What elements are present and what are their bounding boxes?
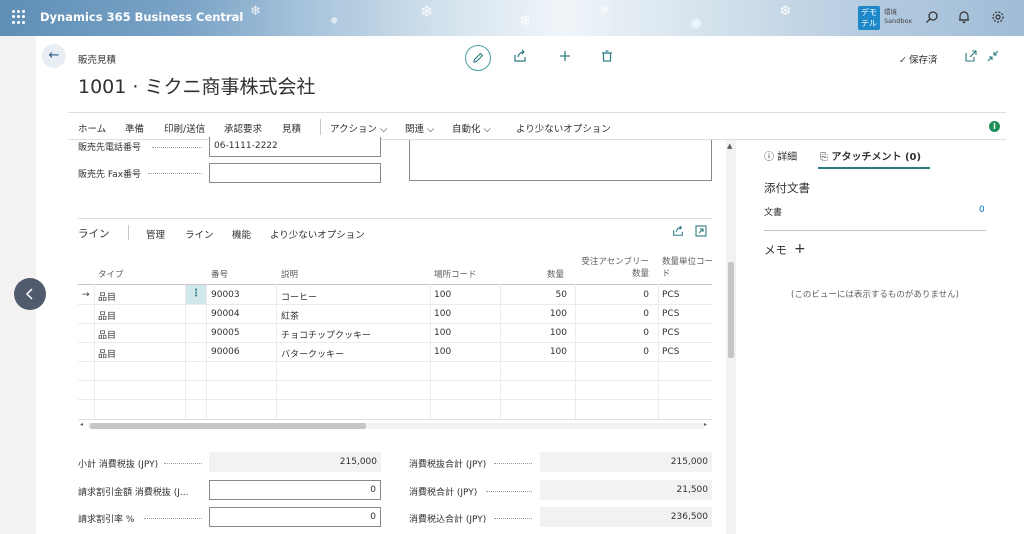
paperclip-icon: ⎘ xyxy=(820,152,828,163)
snowflake-decoration: ❄ xyxy=(420,2,434,21)
col-header-quantity[interactable]: 数量 xyxy=(547,268,564,280)
action-bar-separator xyxy=(320,119,321,135)
gear-icon[interactable] xyxy=(990,10,1006,26)
scroll-thumb[interactable] xyxy=(90,423,366,429)
total-tax-value: 21,500 xyxy=(540,480,712,500)
snowflake-decoration: ❆ xyxy=(780,4,791,19)
action-prepare[interactable]: 準備 xyxy=(125,121,144,135)
previous-page-button[interactable] xyxy=(14,278,46,310)
add-note-icon[interactable]: + xyxy=(794,241,806,257)
snowflake-decoration: ❄ xyxy=(600,3,610,16)
share-icon[interactable] xyxy=(511,49,529,67)
total-excl-tax-label: 消費税抜合計 (JPY) xyxy=(409,460,487,470)
saved-status: ✓ 保存済 xyxy=(899,52,937,66)
vertical-scrollbar[interactable]: ▲ xyxy=(726,140,736,534)
lines-title: ライン xyxy=(78,228,110,240)
snowflake-decoration: ❅ xyxy=(690,15,703,33)
col-header-no[interactable]: 番号 xyxy=(211,268,228,280)
empty-notes-text: (このビューには表示するものがありません) xyxy=(791,290,959,300)
lines-tab-functions[interactable]: 機能 xyxy=(232,227,251,241)
scroll-left-icon[interactable]: ◂ xyxy=(80,421,83,428)
environment-label: 環境 xyxy=(884,8,897,16)
lines-toolbar: ライン 管理 ライン 機能 より少ないオプション xyxy=(78,218,712,244)
share-icon[interactable] xyxy=(672,225,684,240)
factbox-pane: ⓘ 詳細 ⎘ アタッチメント (0) 添付文書 文書 0 メモ + (このビュー… xyxy=(752,140,992,534)
row-menu-button[interactable]: ⋮ xyxy=(186,285,206,304)
current-row-arrow-icon: → xyxy=(82,290,90,300)
collapse-icon[interactable] xyxy=(987,50,999,65)
active-tab-indicator xyxy=(818,167,930,169)
total-incl-tax-value: 236,500 xyxy=(540,507,712,527)
menu-related[interactable]: 関連 ⌵ xyxy=(405,121,434,135)
snowflake-decoration: ❄ xyxy=(250,4,261,19)
add-icon[interactable] xyxy=(556,49,574,67)
inv-discount-pct-input[interactable]: 0 xyxy=(209,507,381,527)
horizontal-scrollbar[interactable]: ◂ ▸ xyxy=(78,421,712,431)
bell-icon[interactable] xyxy=(956,10,972,26)
phone-label: 販売先電話番号 xyxy=(78,143,142,153)
documents-label: 文書 xyxy=(764,208,783,218)
col-header-assembly-qty[interactable]: 受注アセンブリー 数量 xyxy=(579,256,649,280)
col-header-type[interactable]: タイプ xyxy=(98,268,124,280)
page-title: 1001 · ミクニ商事株式会社 xyxy=(78,76,316,98)
app-name[interactable]: Dynamics 365 Business Central xyxy=(40,10,243,24)
edit-button[interactable] xyxy=(465,45,491,71)
attached-documents-heading: 添付文書 xyxy=(764,181,810,195)
check-icon: ✓ xyxy=(899,55,907,66)
factbox-tab-attachments[interactable]: ⎘ アタッチメント (0) xyxy=(820,148,921,163)
lines-fewer-options[interactable]: より少ないオプション xyxy=(270,227,365,241)
chevron-down-icon: ⌵ xyxy=(427,124,435,135)
factbox-tab-details[interactable]: ⓘ 詳細 xyxy=(764,148,797,163)
back-button[interactable]: ← xyxy=(42,44,66,68)
info-circle-icon: ⓘ xyxy=(764,152,774,163)
environment-badge[interactable]: デモ テル 環境 Sandbox xyxy=(858,6,913,30)
col-header-location[interactable]: 場所コード xyxy=(434,268,477,280)
inv-discount-amount-input[interactable]: 0 xyxy=(209,480,381,500)
notes-heading: メモ xyxy=(764,243,787,257)
action-bar: ホーム 準備 印刷/送信 承認要求 見積 アクション ⌵ 関連 ⌵ 自動化 ⌵ … xyxy=(68,112,1006,140)
scroll-right-icon[interactable]: ▸ xyxy=(704,421,707,428)
chevron-down-icon: ⌵ xyxy=(380,124,388,135)
fewer-options-link[interactable]: より少ないオプション xyxy=(516,121,611,135)
documents-count[interactable]: 0 xyxy=(979,205,985,215)
action-quote[interactable]: 見積 xyxy=(282,121,301,135)
col-header-uom[interactable]: 数量単位コー ド xyxy=(662,256,712,280)
search-icon[interactable] xyxy=(924,10,940,26)
environment-name: Sandbox xyxy=(884,17,913,25)
app-launcher-icon[interactable] xyxy=(12,10,26,24)
snowflake-decoration: ❅ xyxy=(330,16,339,27)
address-textarea[interactable] xyxy=(409,140,712,181)
chevron-down-icon: ⌵ xyxy=(483,124,491,135)
total-incl-tax-label: 消費税込合計 (JPY) xyxy=(409,515,487,525)
page-type-caption: 販売見積 xyxy=(78,55,117,66)
lines-grid: タイプ 番号 説明 場所コード 数量 受注アセンブリー 数量 数量単位コー ド … xyxy=(78,252,712,420)
company-logo: デモ テル xyxy=(858,6,880,30)
phone-input[interactable]: 06-1111-2222 xyxy=(209,137,381,157)
inv-discount-pct-label: 請求割引率 % xyxy=(78,515,135,525)
action-print-send[interactable]: 印刷/送信 xyxy=(164,121,205,135)
menu-automate[interactable]: 自動化 ⌵ xyxy=(452,121,491,135)
total-tax-label: 消費税合計 (JPY) xyxy=(409,488,478,498)
inv-discount-amount-label: 請求割引金額 消費税抜 (J... xyxy=(78,488,189,498)
top-bar: ❄ ❅ ❄ ❆ ❄ ❅ ❆ Dynamics 365 Business Cent… xyxy=(0,0,1024,36)
open-new-window-icon[interactable] xyxy=(965,50,977,65)
scroll-up-icon[interactable]: ▲ xyxy=(727,142,732,150)
col-header-description[interactable]: 説明 xyxy=(281,268,298,280)
lines-tab-line[interactable]: ライン xyxy=(185,227,214,241)
scroll-thumb[interactable] xyxy=(728,262,734,358)
menu-actions[interactable]: アクション ⌵ xyxy=(330,121,387,135)
saved-label: 保存済 xyxy=(908,55,938,66)
action-request-approval[interactable]: 承認要求 xyxy=(224,121,262,135)
expand-icon[interactable] xyxy=(695,225,707,240)
total-excl-tax-value: 215,000 xyxy=(540,452,712,472)
subtotal-value: 215,000 xyxy=(209,452,381,472)
fax-input[interactable] xyxy=(209,163,381,183)
lines-tab-manage[interactable]: 管理 xyxy=(146,227,165,241)
fax-label: 販売先 Fax番号 xyxy=(78,170,142,180)
subtotal-label: 小計 消費税抜 (JPY) xyxy=(78,460,159,470)
action-home[interactable]: ホーム xyxy=(78,121,106,135)
snowflake-decoration: ❆ xyxy=(520,14,531,29)
delete-icon[interactable] xyxy=(598,49,616,67)
info-icon[interactable]: i xyxy=(989,121,1000,132)
